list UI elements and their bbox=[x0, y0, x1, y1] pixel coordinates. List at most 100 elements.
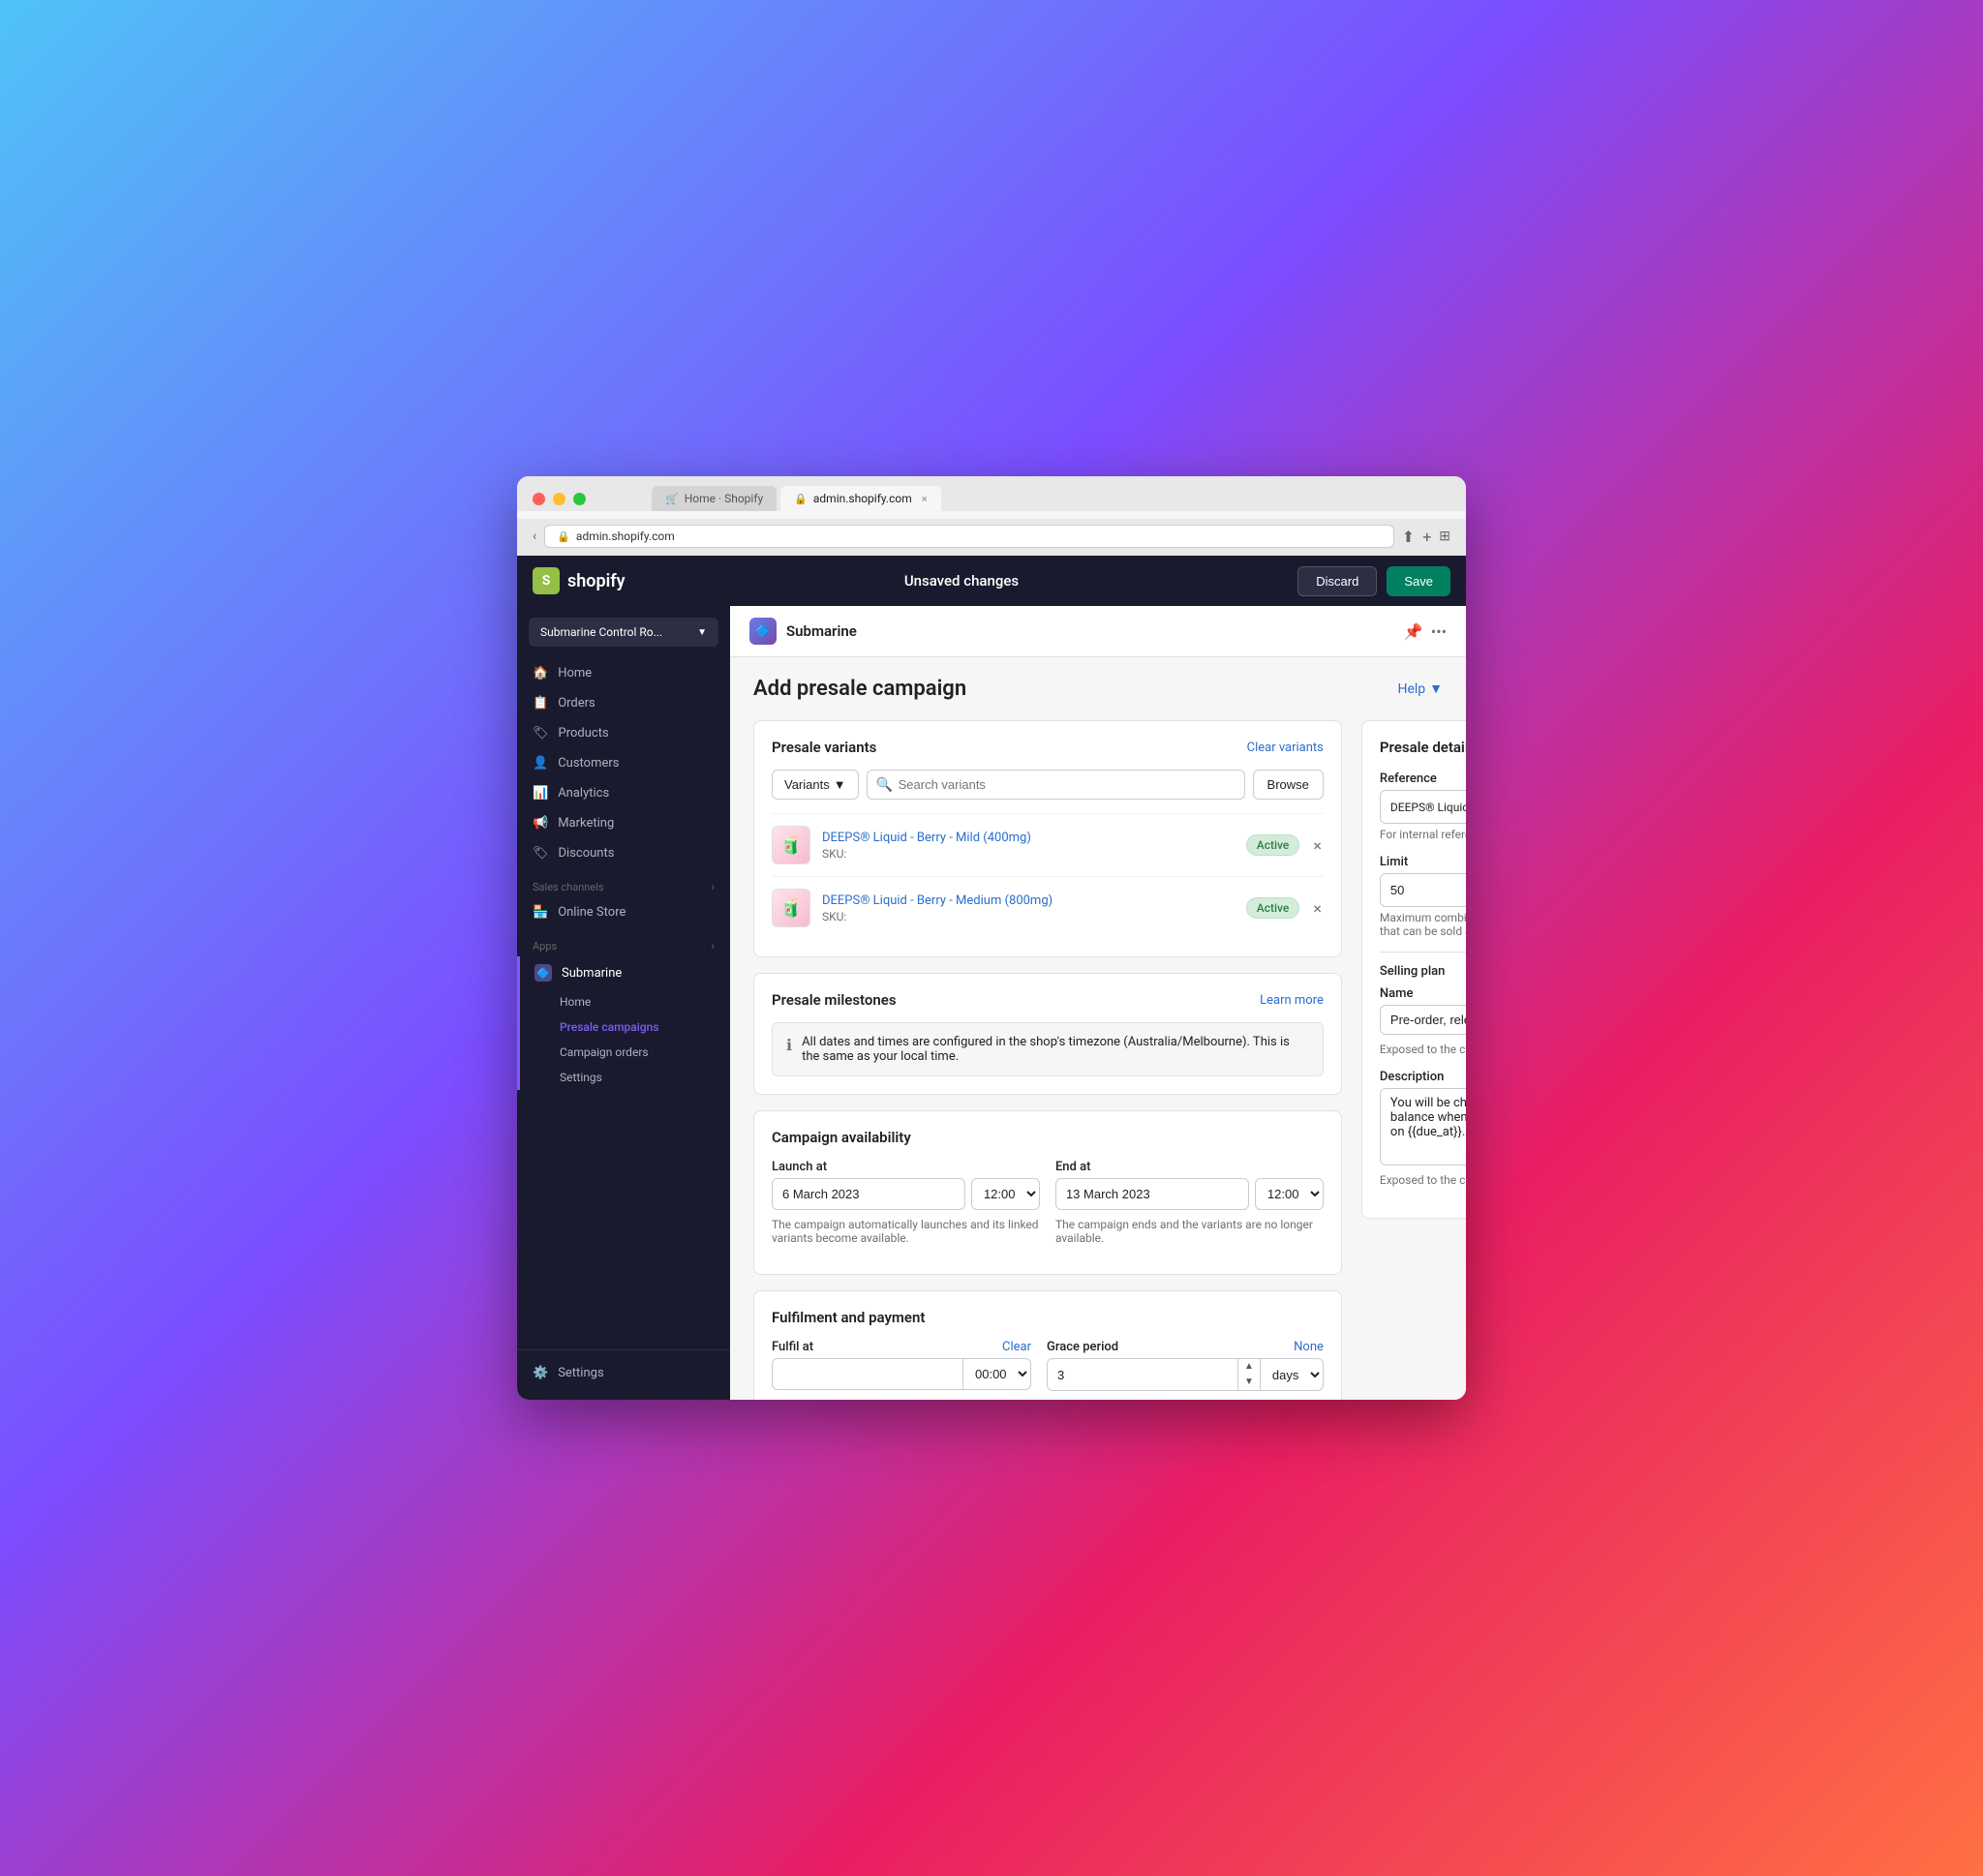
end-at-label: End at bbox=[1055, 1160, 1324, 1174]
selling-plan-description-textarea[interactable]: You will be charged the remaining balanc… bbox=[1380, 1088, 1466, 1165]
sidebar-item-products[interactable]: 🏷 Products bbox=[517, 718, 730, 748]
maximize-traffic-light[interactable] bbox=[573, 493, 586, 505]
variant-1-remove-button[interactable]: × bbox=[1311, 834, 1324, 857]
unsaved-changes-label: Unsaved changes bbox=[645, 572, 1279, 590]
store-selector[interactable]: Submarine Control Ro... ▼ bbox=[529, 618, 718, 647]
limit-help-text: Maximum combined units of the variants t… bbox=[1380, 911, 1466, 938]
availability-form-row: Launch at 12:00 The campaign automatical… bbox=[772, 1160, 1324, 1245]
minimize-traffic-light[interactable] bbox=[553, 493, 565, 505]
sidebar-item-marketing[interactable]: 📢 Marketing bbox=[517, 808, 730, 838]
selling-plan-description-help: Exposed to the customer on the PDP. bbox=[1380, 1173, 1466, 1187]
sidebar-item-settings[interactable]: ⚙️ Settings bbox=[517, 1358, 730, 1388]
close-traffic-light[interactable] bbox=[533, 493, 545, 505]
variant-2-sku: SKU: bbox=[822, 910, 1235, 923]
grace-period-label: Grace period bbox=[1047, 1340, 1118, 1354]
variant-1-image: 🧃 bbox=[772, 826, 810, 864]
fulfil-at-group: Fulfil at Clear 00:00 bbox=[772, 1340, 1031, 1400]
variant-2-remove-button[interactable]: × bbox=[1311, 897, 1324, 920]
fulfil-label-row: Fulfil at Clear bbox=[772, 1340, 1031, 1354]
variants-filter-button[interactable]: Variants ▼ bbox=[772, 770, 859, 800]
launch-at-label: Launch at bbox=[772, 1160, 1040, 1174]
grace-decrement-button[interactable]: ▼ bbox=[1238, 1375, 1260, 1390]
end-date-input[interactable] bbox=[1055, 1178, 1249, 1210]
fulfil-help-text: If set, fulfilment is delayed until this… bbox=[772, 1398, 1031, 1400]
save-button[interactable]: Save bbox=[1387, 566, 1450, 596]
online-store-icon: 🏪 bbox=[533, 905, 548, 920]
help-chevron-icon: ▼ bbox=[1429, 681, 1443, 697]
variant-2-info: DEEPS® Liquid - Berry - Medium (800mg) S… bbox=[822, 893, 1235, 923]
launch-time-select[interactable]: 12:00 bbox=[971, 1178, 1040, 1210]
campaign-availability-card: Campaign availability Launch at 12:00 bbox=[753, 1110, 1342, 1275]
description-field: Description You will be charged the rema… bbox=[1380, 1070, 1466, 1187]
variant-2-name[interactable]: DEEPS® Liquid - Berry - Medium (800mg) bbox=[822, 893, 1235, 908]
share-icon[interactable]: ⬆ bbox=[1402, 528, 1415, 546]
sidebar-item-customers[interactable]: 👤 Customers bbox=[517, 748, 730, 778]
sales-channels-expand[interactable]: › bbox=[711, 880, 715, 893]
name-field: Name Exposed to the customer in the cart… bbox=[1380, 986, 1466, 1056]
submarine-sub-home[interactable]: Home bbox=[517, 989, 730, 1014]
new-tab-button[interactable]: + bbox=[1422, 528, 1431, 546]
submarine-icon: 🔷 bbox=[534, 964, 552, 982]
fulfil-clear-link[interactable]: Clear bbox=[1002, 1340, 1031, 1354]
variant-1-name[interactable]: DEEPS® Liquid - Berry - Mild (400mg) bbox=[822, 831, 1235, 845]
sidebar-item-submarine[interactable]: 🔷 Submarine bbox=[517, 956, 730, 989]
selling-plan-description-label: Description bbox=[1380, 1070, 1466, 1084]
fulfil-date-input[interactable] bbox=[772, 1358, 963, 1390]
fulfil-time-select[interactable]: 00:00 bbox=[963, 1358, 1031, 1390]
grace-value-input[interactable] bbox=[1047, 1358, 1238, 1391]
launch-date-input[interactable] bbox=[772, 1178, 965, 1210]
sidebar-item-home[interactable]: 🏠 Home bbox=[517, 658, 730, 688]
browser-tab-home[interactable]: 🛒 Home · Shopify bbox=[652, 486, 777, 511]
variant-row-2: 🧃 DEEPS® Liquid - Berry - Medium (800mg)… bbox=[772, 876, 1324, 939]
fulfilment-title: Fulfilment and payment bbox=[772, 1309, 1324, 1326]
sidebar-button[interactable]: ⊞ bbox=[1439, 529, 1450, 544]
grace-increment-button[interactable]: ▲ bbox=[1238, 1359, 1260, 1375]
variant-row-1: 🧃 DEEPS® Liquid - Berry - Mild (400mg) S… bbox=[772, 813, 1324, 876]
selling-plan-name-input[interactable] bbox=[1380, 1005, 1466, 1035]
sidebar-item-discounts[interactable]: 🏷 Discounts bbox=[517, 838, 730, 868]
pin-icon[interactable]: 📌 bbox=[1404, 622, 1423, 641]
sidebar-item-orders[interactable]: 📋 Orders bbox=[517, 688, 730, 718]
end-time-select[interactable]: 12:00 bbox=[1255, 1178, 1324, 1210]
grace-help-text: The length of time a customer has to rec… bbox=[1047, 1399, 1324, 1400]
apps-expand[interactable]: › bbox=[711, 939, 715, 953]
help-button[interactable]: Help ▼ bbox=[1397, 681, 1443, 697]
page-content: Add presale campaign Help ▼ Presale vari… bbox=[730, 657, 1466, 1400]
search-variants-input[interactable] bbox=[867, 770, 1245, 800]
active-accent-bar bbox=[517, 956, 520, 1090]
products-icon: 🏷 bbox=[533, 726, 549, 741]
sidebar-item-online-store[interactable]: 🏪 Online Store bbox=[517, 897, 730, 927]
grace-spinner: ▲ ▼ bbox=[1238, 1358, 1261, 1391]
sidebar-item-analytics[interactable]: 📊 Analytics bbox=[517, 778, 730, 808]
fulfil-at-label: Fulfil at bbox=[772, 1340, 813, 1354]
browser-tab-admin[interactable]: 🔒 admin.shopify.com × bbox=[780, 486, 940, 511]
reference-label: Reference bbox=[1380, 772, 1466, 786]
presale-variants-header: Presale variants Clear variants bbox=[772, 739, 1324, 756]
variants-search-row: Variants ▼ 🔍 Browse bbox=[772, 770, 1324, 800]
submarine-sub-presale-campaigns[interactable]: Presale campaigns bbox=[517, 1014, 730, 1040]
more-options-icon[interactable]: ••• bbox=[1431, 622, 1447, 641]
address-bar[interactable]: 🔒 admin.shopify.com bbox=[544, 525, 1394, 548]
grace-input-row: ▲ ▼ days bbox=[1047, 1358, 1324, 1391]
grace-none-link[interactable]: None bbox=[1294, 1340, 1324, 1354]
limit-input[interactable] bbox=[1381, 876, 1466, 904]
app-header: 🔷 Submarine 📌 ••• bbox=[730, 606, 1466, 657]
grace-period-group: Grace period None ▲ ▼ bbox=[1047, 1340, 1324, 1400]
variant-1-sku: SKU: bbox=[822, 847, 1235, 861]
launch-at-group: Launch at 12:00 The campaign automatical… bbox=[772, 1160, 1040, 1245]
discard-button[interactable]: Discard bbox=[1297, 566, 1377, 596]
submarine-sub-settings[interactable]: Settings bbox=[517, 1065, 730, 1090]
limit-label: Limit bbox=[1380, 855, 1466, 869]
clear-variants-link[interactable]: Clear variants bbox=[1247, 741, 1324, 755]
side-column: Presale details Reference DEEPS® Liquid … bbox=[1361, 720, 1466, 1400]
grace-unit-select[interactable]: days bbox=[1261, 1358, 1324, 1391]
milestones-learn-more-link[interactable]: Learn more bbox=[1260, 993, 1324, 1008]
browse-button[interactable]: Browse bbox=[1253, 770, 1324, 800]
back-button[interactable]: ‹ bbox=[533, 529, 536, 544]
submarine-sub-campaign-orders[interactable]: Campaign orders bbox=[517, 1040, 730, 1065]
submarine-app-icon: 🔷 bbox=[749, 618, 777, 645]
milestone-info-box: ℹ All dates and times are configured in … bbox=[772, 1022, 1324, 1076]
limit-field: Limit units ▲ ▼ Maximum combined un bbox=[1380, 855, 1466, 938]
store-selector-chevron: ▼ bbox=[697, 627, 707, 638]
reference-input-row[interactable]: DEEPS® Liquid - Berry - Mild/Me ✕ bbox=[1380, 790, 1466, 824]
